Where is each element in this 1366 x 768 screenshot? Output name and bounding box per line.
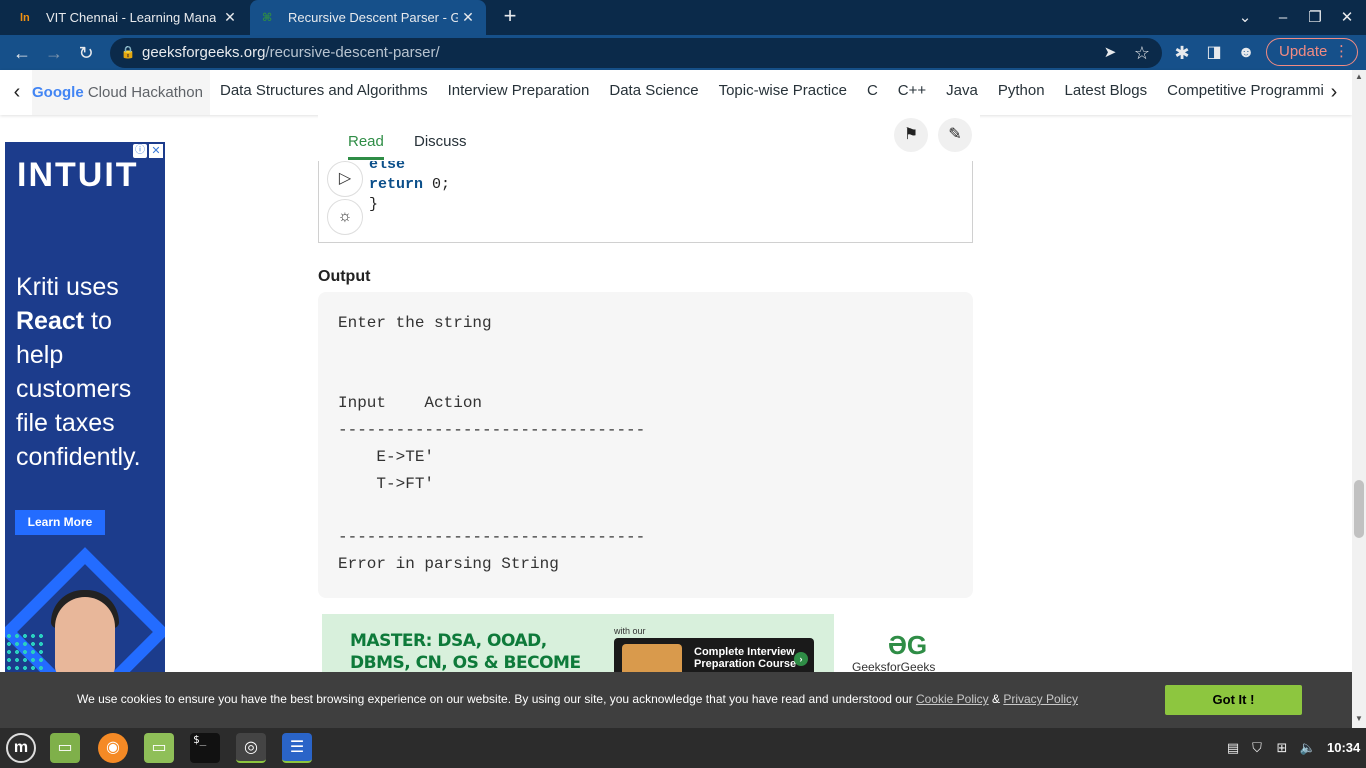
tab-title: Recursive Descent Parser - Geek [288,10,458,25]
folder-icon[interactable]: ▭ [144,733,174,763]
ad-learn-more-button[interactable]: Learn More [15,510,105,535]
scroll-up-icon[interactable]: ▲ [1352,72,1366,84]
tab-read[interactable]: Read [348,133,384,150]
scrollbar-thumb[interactable] [1354,480,1364,538]
tab-discuss[interactable]: Discuss [414,133,467,150]
url-text[interactable]: geeksforgeeks.org/recursive-descent-pars… [142,44,440,61]
close-tab-icon[interactable]: ✕ [460,9,476,25]
scroll-down-icon[interactable]: ▼ [1352,714,1366,726]
article-tab-bar: Read Discuss ⚑ ✎ [318,115,980,161]
ad-dots-graphic [5,632,45,672]
code-text: else return 0; } [369,161,451,213]
shield-icon[interactable]: ⛉ [1248,739,1266,757]
browser-tab-gfg[interactable]: ⌘ Recursive Descent Parser - Geek ✕ [250,0,486,35]
back-icon[interactable]: ← [8,39,36,67]
output-block: Enter the string Input Action ----------… [318,292,973,598]
ad-person-photo [55,597,115,672]
minimize-icon[interactable]: – [1267,0,1299,35]
bookmark-star-icon[interactable]: ☆ [1128,39,1156,67]
site-nav-bar: ‹ Google Cloud Hackathon Data Structures… [0,70,1352,115]
ad-close-icon[interactable]: ✕ [149,144,163,158]
theme-toggle-icon[interactable]: ☼ [327,199,363,235]
banner-go-icon: › [794,652,808,666]
browser-toolbar: ← → ↻ 🔒 geeksforgeeks.org/recursive-desc… [0,35,1366,70]
terminal-icon[interactable]: $_ [190,733,220,763]
bookmark-icon[interactable]: ⚑ [894,118,928,152]
cookie-accept-button[interactable]: Got It ! [1165,685,1302,715]
reload-icon[interactable]: ↻ [72,39,100,67]
intuit-ad[interactable]: ⓘ ✕ INTUIT Kriti uses React to help custo… [5,142,165,672]
output-heading: Output [318,268,371,285]
gfg-course-banner[interactable]: MASTER: DSA, OOAD, DBMS, CN, OS & BECOME… [322,614,968,674]
edit-icon[interactable]: ✎ [938,118,972,152]
browser-tab-vit[interactable]: ln VIT Chennai - Learning Managem ✕ [12,0,248,35]
start-menu-icon[interactable]: m [6,733,36,763]
cookie-policy-link[interactable]: Cookie Policy [916,692,989,706]
lock-icon: 🔒 [120,45,136,59]
send-icon[interactable]: ➤ [1096,39,1124,67]
restore-icon[interactable]: ❐ [1299,0,1331,35]
nav-item-dsa[interactable]: Data Structures and Algorithms [220,70,428,115]
forward-icon[interactable]: → [40,39,68,67]
cookie-consent-bar: We use cookies to ensure you have the be… [0,672,1352,728]
banner-with-our: with our [614,626,646,636]
gfg-logo-icon: ƏG [888,630,928,660]
chrome-icon[interactable]: ◎ [236,733,266,763]
update-button[interactable]: Update ⋮ [1266,38,1358,66]
nav-scroll-left-icon[interactable]: ‹ [7,80,27,104]
text-editor-icon[interactable]: ☰ [282,733,312,763]
google-cloud-hackathon-link[interactable]: Google Cloud Hackathon [32,70,210,115]
nav-item-c[interactable]: C [867,70,878,115]
banner-headline: MASTER: DSA, OOAD, DBMS, CN, OS & BECOME… [350,631,581,673]
cookie-message: We use cookies to ensure you have the be… [77,692,1079,706]
tab-search-icon[interactable]: ⌄ [1229,0,1261,35]
privacy-policy-link[interactable]: Privacy Policy [1003,692,1078,706]
lms-favicon-icon: ln [20,11,30,24]
nav-item-cp[interactable]: Competitive Programming [1167,70,1330,115]
code-block: else return 0; } ▷ ☼ [318,161,973,243]
tab-title: VIT Chennai - Learning Managem [46,10,216,25]
files-app-icon[interactable]: ▭ [50,733,80,763]
active-tab-indicator [348,157,384,160]
banner-person-image [622,644,682,674]
clock-time[interactable]: 10:34 [1327,740,1360,755]
browser-tab-strip: ln VIT Chennai - Learning Managem ✕ ⌘ Re… [0,0,1366,35]
nav-item-python[interactable]: Python [998,70,1045,115]
close-window-icon[interactable]: ✕ [1331,0,1363,35]
output-text: Enter the string Input Action ----------… [338,314,646,574]
nav-item-java[interactable]: Java [946,70,978,115]
address-bar[interactable]: 🔒 geeksforgeeks.org/recursive-descent-pa… [110,38,1162,68]
os-taskbar: m ▭ ◉ ▭ $_ ◎ ☰ ▤ ⛉ ⊞ 🔈 10:34 [0,728,1366,768]
ad-copy: Kriti uses React to help customers file t… [16,273,141,471]
volume-icon[interactable]: 🔈 [1299,739,1317,757]
nav-item-data-science[interactable]: Data Science [609,70,698,115]
close-tab-icon[interactable]: ✕ [222,9,238,25]
nav-scroll-right-icon[interactable]: › [1324,80,1344,104]
nav-item-blogs[interactable]: Latest Blogs [1065,70,1148,115]
extensions-icon[interactable]: ✱ [1168,39,1196,67]
firefox-icon[interactable]: ◉ [98,733,128,763]
run-code-icon[interactable]: ▷ [327,161,363,197]
nav-items: Data Structures and Algorithms Interview… [220,70,1330,115]
profile-avatar-icon[interactable]: ☻ [1232,39,1260,67]
side-panel-icon[interactable]: ◨ [1200,39,1228,67]
clipboard-icon[interactable]: ▤ [1224,739,1242,757]
network-icon[interactable]: ⊞ [1273,739,1291,757]
gfg-favicon-icon: ⌘ [262,12,273,24]
new-tab-button[interactable]: + [498,5,522,29]
page-scrollbar[interactable]: ▲ ▼ [1352,70,1366,728]
nav-item-practice[interactable]: Topic-wise Practice [719,70,847,115]
nav-item-cpp[interactable]: C++ [898,70,926,115]
ad-brand-logo: INTUIT [17,156,139,194]
nav-item-interview[interactable]: Interview Preparation [448,70,590,115]
